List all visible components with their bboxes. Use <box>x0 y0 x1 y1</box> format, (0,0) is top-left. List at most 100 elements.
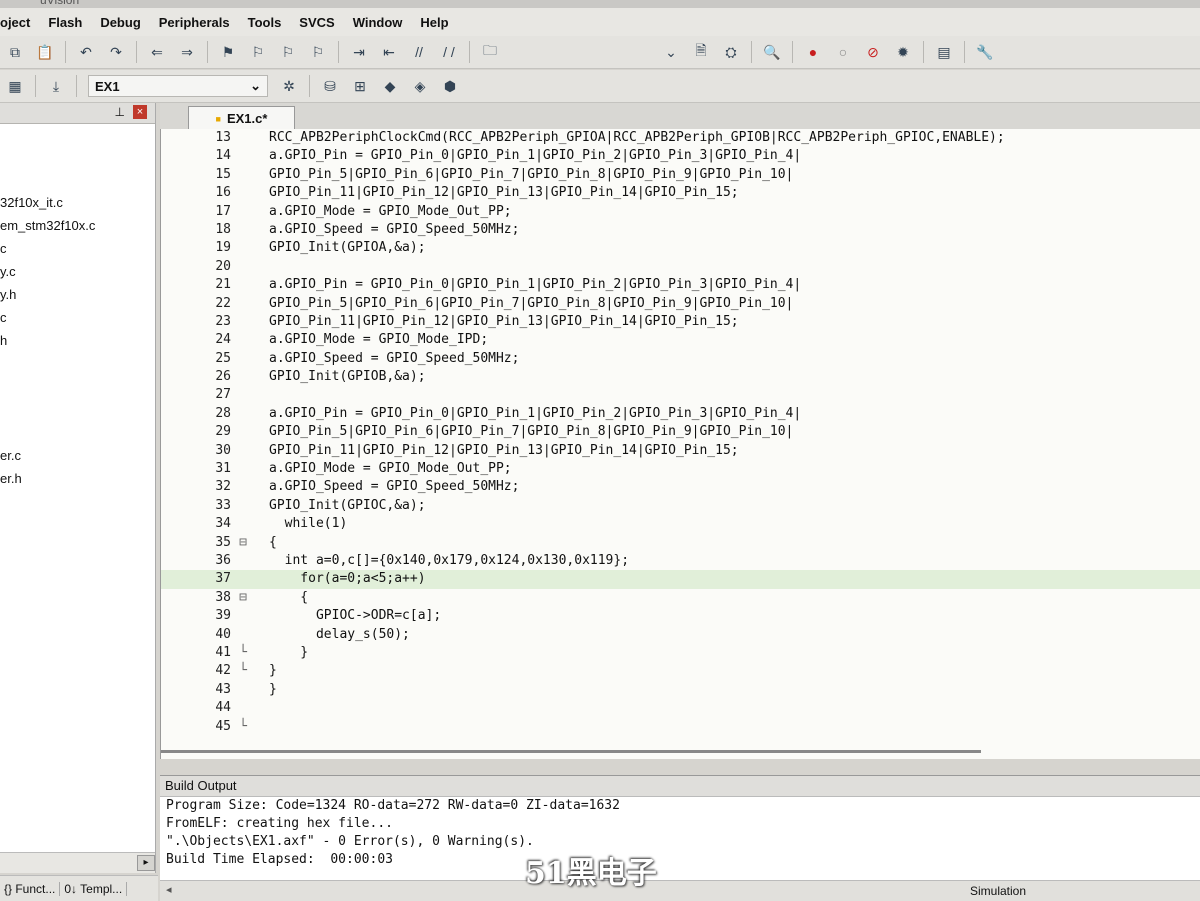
project-file-item[interactable]: c <box>0 237 95 260</box>
select-packs-icon[interactable]: ⊞ <box>349 75 371 97</box>
menu-svcs[interactable]: SVCS <box>290 15 343 30</box>
target-options-icon[interactable]: ✲ <box>278 75 300 97</box>
code-line[interactable]: 45 └ <box>161 718 1200 736</box>
indent-icon[interactable]: ⇥ <box>348 41 370 63</box>
breakpoint-disable-icon[interactable]: ○ <box>832 41 854 63</box>
code-line[interactable]: 43} <box>161 681 1200 699</box>
navigate-back-icon[interactable]: ⇐ <box>146 41 168 63</box>
configure-icon[interactable]: 🔧 <box>974 41 996 63</box>
code-line[interactable]: 25 a.GPIO_Speed = GPIO_Speed_50MHz; <box>161 350 1200 368</box>
code-line[interactable]: 24 a.GPIO_Mode = GPIO_Mode_IPD; <box>161 331 1200 349</box>
code-line[interactable]: 20 <box>161 258 1200 276</box>
project-panel-scrollbar[interactable]: ▸ <box>0 852 155 873</box>
menu-tools[interactable]: Tools <box>239 15 291 30</box>
pin-icon[interactable]: ⊥ <box>115 105 125 119</box>
menu-peripherals[interactable]: Peripherals <box>150 15 239 30</box>
menu-help[interactable]: Help <box>411 15 457 30</box>
paste-icon[interactable]: 📋 <box>34 41 56 63</box>
fold-marker-icon[interactable]: ⊟ <box>237 534 249 552</box>
code-line[interactable]: 28 a.GPIO_Pin = GPIO_Pin_0|GPIO_Pin_1|GPI… <box>161 405 1200 423</box>
find-icon[interactable]: 🗎 <box>690 41 712 63</box>
scroll-right-icon[interactable]: ▸ <box>137 855 155 871</box>
unindent-icon[interactable]: ⇤ <box>378 41 400 63</box>
project-file-item[interactable] <box>0 421 95 444</box>
code-line[interactable]: 44 <box>161 699 1200 717</box>
fold-marker-icon[interactable]: ⊟ <box>237 589 249 607</box>
code-line[interactable]: 17 a.GPIO_Mode = GPIO_Mode_Out_PP; <box>161 203 1200 221</box>
code-editor[interactable]: 13 RCC_APB2PeriphClockCmd(RCC_APB2Periph_… <box>160 129 1200 759</box>
fold-marker-icon[interactable]: └ <box>237 718 249 736</box>
bookmark-next-icon[interactable]: ⚐ <box>277 41 299 63</box>
redo-icon[interactable]: ↷ <box>105 41 127 63</box>
breakpoint-icon[interactable]: ● <box>802 41 824 63</box>
code-line[interactable]: 15 GPIO_Pin_5|GPIO_Pin_6|GPIO_Pin_7|GPIO_… <box>161 166 1200 184</box>
manage-project-icon[interactable]: ⛁ <box>319 75 341 97</box>
manage-runtime-icon[interactable]: ◆ <box>379 75 401 97</box>
uncomment-icon[interactable]: / / <box>438 41 460 63</box>
code-line[interactable]: 26 GPIO_Init(GPIOB,&a); <box>161 368 1200 386</box>
tab-functions[interactable]: {} Funct... <box>0 881 61 896</box>
project-file-item[interactable]: em_stm32f10x.c <box>0 214 95 237</box>
breakpoint-clear-icon[interactable]: ✹ <box>892 41 914 63</box>
download-load-icon[interactable]: ⤓ <box>45 75 67 97</box>
code-line[interactable]: 19 GPIO_Init(GPIOA,&a); <box>161 239 1200 257</box>
bookmark-clear-icon[interactable]: ⚐ <box>307 41 329 63</box>
code-line[interactable]: 40 delay_s(50); <box>161 626 1200 644</box>
code-line[interactable]: 32 a.GPIO_Speed = GPIO_Speed_50MHz; <box>161 478 1200 496</box>
code-line[interactable]: 41 └ } <box>161 644 1200 662</box>
translate-icon[interactable]: ▦ <box>4 75 26 97</box>
code-line[interactable]: 31 a.GPIO_Mode = GPIO_Mode_Out_PP; <box>161 460 1200 478</box>
fold-marker-icon[interactable]: └ <box>237 644 249 662</box>
dropdown-chevron-icon[interactable]: ⌄ <box>660 41 682 63</box>
code-line[interactable]: 39 GPIOC->ODR=c[a]; <box>161 607 1200 625</box>
code-line[interactable]: 27 <box>161 386 1200 404</box>
comment-icon[interactable]: // <box>408 41 430 63</box>
menu-window[interactable]: Window <box>344 15 412 30</box>
code-line[interactable]: 16 GPIO_Pin_11|GPIO_Pin_12|GPIO_Pin_13|GP… <box>161 184 1200 202</box>
project-file-item[interactable] <box>0 352 95 375</box>
fold-marker-icon[interactable]: └ <box>237 662 249 680</box>
code-line[interactable]: 34 while(1) <box>161 515 1200 533</box>
code-line[interactable]: 42 └} <box>161 662 1200 680</box>
debug-session-icon[interactable]: 🔍 <box>761 41 783 63</box>
navigate-forward-icon[interactable]: ⇒ <box>176 41 198 63</box>
pack-installer-icon[interactable]: ◈ <box>409 75 431 97</box>
bookmark-prev-icon[interactable]: ⚐ <box>247 41 269 63</box>
code-line[interactable]: 29 GPIO_Pin_5|GPIO_Pin_6|GPIO_Pin_7|GPIO_… <box>161 423 1200 441</box>
find-in-files-icon[interactable]: 🗀 <box>479 41 501 63</box>
code-line[interactable]: 23 GPIO_Pin_11|GPIO_Pin_12|GPIO_Pin_13|GP… <box>161 313 1200 331</box>
project-file-item[interactable]: y.c <box>0 260 95 283</box>
code-line[interactable]: 21 a.GPIO_Pin = GPIO_Pin_0|GPIO_Pin_1|GPI… <box>161 276 1200 294</box>
editor-scrollbar[interactable] <box>161 750 981 753</box>
code-line[interactable]: 18 a.GPIO_Speed = GPIO_Speed_50MHz; <box>161 221 1200 239</box>
undo-icon[interactable]: ↶ <box>75 41 97 63</box>
breakpoint-kill-icon[interactable]: ⊘ <box>862 41 884 63</box>
code-line[interactable]: 33 GPIO_Init(GPIOC,&a); <box>161 497 1200 515</box>
project-file-item[interactable]: er.h <box>0 467 95 490</box>
code-line[interactable]: 36 int a=0,c[]={0x140,0x179,0x124,0x130,… <box>161 552 1200 570</box>
tab-ex1-c[interactable]: ■ EX1.c* <box>188 106 295 130</box>
project-file-item[interactable]: er.c <box>0 444 95 467</box>
tab-templates[interactable]: 0↓ Templ... <box>60 881 128 896</box>
code-line[interactable]: 35 ⊟ { <box>161 534 1200 552</box>
code-line[interactable]: 38 ⊟ { <box>161 589 1200 607</box>
code-line[interactable]: 37 for(a=0;a<5;a++) <box>161 570 1200 589</box>
close-icon[interactable]: × <box>133 105 147 119</box>
scroll-left-icon[interactable]: ◂ <box>166 883 172 896</box>
code-line[interactable]: 30 GPIO_Pin_11|GPIO_Pin_12|GPIO_Pin_13|GP… <box>161 442 1200 460</box>
project-file-item[interactable]: c <box>0 306 95 329</box>
project-file-item[interactable]: 32f10x_it.c <box>0 191 95 214</box>
incremental-find-icon[interactable]: ⛭ <box>720 41 742 63</box>
project-file-item[interactable]: y.h <box>0 283 95 306</box>
bookmark-toggle-icon[interactable]: ⚑ <box>217 41 239 63</box>
menu-debug[interactable]: Debug <box>91 15 149 30</box>
copy-icon[interactable]: ⧉ <box>4 41 26 63</box>
code-line[interactable]: 22 GPIO_Pin_5|GPIO_Pin_6|GPIO_Pin_7|GPIO_… <box>161 295 1200 313</box>
code-line[interactable]: 14 a.GPIO_Pin = GPIO_Pin_0|GPIO_Pin_1|GPI… <box>161 147 1200 165</box>
project-file-item[interactable] <box>0 398 95 421</box>
project-file-item[interactable] <box>0 375 95 398</box>
code-line[interactable]: 13 RCC_APB2PeriphClockCmd(RCC_APB2Periph_… <box>161 129 1200 147</box>
window-layout-icon[interactable]: ▤ <box>933 41 955 63</box>
menu-project[interactable]: oject <box>0 15 39 30</box>
software-packs-icon[interactable]: ⬢ <box>439 75 461 97</box>
